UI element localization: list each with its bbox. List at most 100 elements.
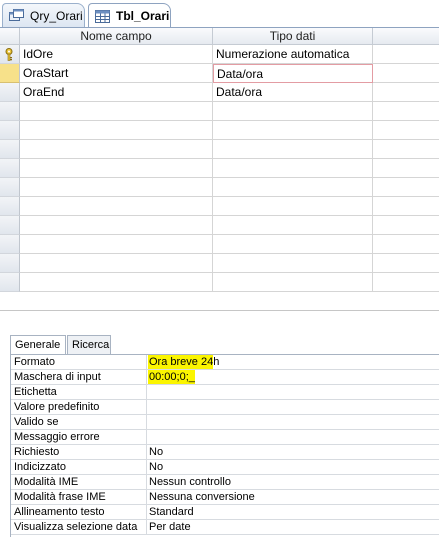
data-type-cell[interactable] (213, 102, 373, 121)
row-selector[interactable] (0, 45, 20, 64)
property-value[interactable]: 00:00;0;_ (148, 370, 195, 384)
row-selector[interactable] (0, 178, 20, 197)
empty-table-row[interactable] (0, 235, 439, 254)
column-header-data-type[interactable]: Tipo dati (213, 28, 373, 45)
property-row-maschera-di-input[interactable]: Maschera di input 00:00;0;_ (11, 370, 439, 385)
data-type-cell[interactable] (213, 273, 373, 292)
row-selector-header[interactable] (0, 28, 20, 45)
field-name-cell[interactable] (20, 273, 213, 292)
data-type-cell[interactable] (213, 159, 373, 178)
description-cell[interactable] (373, 159, 439, 178)
property-value[interactable]: Standard (148, 505, 194, 519)
property-value[interactable] (148, 415, 149, 429)
empty-table-row[interactable] (0, 140, 439, 159)
field-name-cell[interactable] (20, 178, 213, 197)
description-cell[interactable] (373, 45, 439, 64)
property-divider (146, 415, 147, 429)
row-selector[interactable] (0, 83, 20, 102)
tab-tbl-orari[interactable]: Tbl_Orari (88, 3, 171, 28)
row-selector-current[interactable] (0, 64, 20, 83)
property-row-formato[interactable]: Formato Ora breve 24h (11, 355, 439, 370)
row-selector[interactable] (0, 273, 20, 292)
field-name-cell[interactable] (20, 140, 213, 159)
property-row-visualizza-selezione-data[interactable]: Visualizza selezione data Per date (11, 520, 439, 535)
column-header-field-name[interactable]: Nome campo (20, 28, 213, 45)
property-value[interactable]: No (148, 460, 163, 474)
property-row-indicizzato[interactable]: Indicizzato No (11, 460, 439, 475)
data-type-cell[interactable] (213, 197, 373, 216)
property-row-valido-se[interactable]: Valido se (11, 415, 439, 430)
field-name-cell[interactable] (20, 102, 213, 121)
data-type-cell[interactable] (213, 140, 373, 159)
table-row[interactable]: IdOre Numerazione automatica (0, 45, 439, 64)
property-value[interactable]: No (148, 445, 163, 459)
property-value[interactable]: Ora breve 24h (148, 355, 219, 369)
data-type-cell[interactable]: Numerazione automatica (213, 45, 373, 64)
description-cell[interactable] (373, 102, 439, 121)
property-row-richiesto[interactable]: Richiesto No (11, 445, 439, 460)
data-type-cell[interactable] (213, 216, 373, 235)
row-selector[interactable] (0, 254, 20, 273)
property-row-valore-predefinito[interactable]: Valore predefinito (11, 400, 439, 415)
field-name-cell[interactable] (20, 197, 213, 216)
empty-table-row[interactable] (0, 121, 439, 140)
property-row-modalita-ime[interactable]: Modalità IME Nessun controllo (11, 475, 439, 490)
description-cell[interactable] (373, 178, 439, 197)
tab-ricerca[interactable]: Ricerca (67, 335, 111, 355)
column-header-description[interactable] (373, 28, 439, 45)
empty-table-row[interactable] (0, 102, 439, 121)
description-cell[interactable] (373, 216, 439, 235)
data-type-cell[interactable] (213, 121, 373, 140)
property-value[interactable] (148, 400, 149, 414)
property-name: Messaggio errore (14, 431, 100, 443)
tab-generale[interactable]: Generale (10, 335, 66, 356)
property-row-allineamento-testo[interactable]: Allineamento testo Standard (11, 505, 439, 520)
row-selector[interactable] (0, 159, 20, 178)
empty-table-row[interactable] (0, 197, 439, 216)
property-row-modalita-frase-ime[interactable]: Modalità frase IME Nessuna conversione (11, 490, 439, 505)
data-type-cell-active[interactable]: Data/ora (213, 64, 373, 83)
data-type-cell[interactable] (213, 235, 373, 254)
description-cell[interactable] (373, 254, 439, 273)
property-row-etichetta[interactable]: Etichetta (11, 385, 439, 400)
field-name-cell[interactable] (20, 235, 213, 254)
row-selector[interactable] (0, 197, 20, 216)
data-type-cell[interactable] (213, 178, 373, 197)
table-row[interactable]: OraStart Data/ora (0, 64, 439, 83)
property-value[interactable]: Nessuna conversione (148, 490, 255, 504)
empty-table-row[interactable] (0, 178, 439, 197)
description-cell[interactable] (373, 197, 439, 216)
description-cell[interactable] (373, 121, 439, 140)
description-cell[interactable] (373, 64, 439, 83)
empty-table-row[interactable] (0, 216, 439, 235)
property-value[interactable]: Nessun controllo (148, 475, 231, 489)
field-name-cell[interactable]: OraEnd (20, 83, 213, 102)
data-type-cell[interactable] (213, 254, 373, 273)
field-name-cell[interactable] (20, 121, 213, 140)
row-selector[interactable] (0, 140, 20, 159)
row-selector[interactable] (0, 102, 20, 121)
field-name-cell[interactable] (20, 254, 213, 273)
field-properties-sheet: Formato Ora breve 24h Maschera di input … (10, 354, 439, 537)
property-value[interactable] (148, 430, 149, 444)
tab-qry-orari[interactable]: Qry_Orari (2, 3, 85, 27)
description-cell[interactable] (373, 83, 439, 102)
property-row-messaggio-errore[interactable]: Messaggio errore (11, 430, 439, 445)
description-cell[interactable] (373, 235, 439, 254)
field-name-cell[interactable]: OraStart (20, 64, 213, 83)
row-selector[interactable] (0, 216, 20, 235)
empty-table-row[interactable] (0, 159, 439, 178)
data-type-cell[interactable]: Data/ora (213, 83, 373, 102)
empty-table-row[interactable] (0, 254, 439, 273)
field-name-cell[interactable] (20, 216, 213, 235)
row-selector[interactable] (0, 121, 20, 140)
description-cell[interactable] (373, 273, 439, 292)
field-name-cell[interactable] (20, 159, 213, 178)
field-name-cell[interactable]: IdOre (20, 45, 213, 64)
property-value[interactable]: Per date (148, 520, 191, 534)
property-value[interactable] (148, 385, 149, 399)
table-row[interactable]: OraEnd Data/ora (0, 83, 439, 102)
description-cell[interactable] (373, 140, 439, 159)
empty-table-row[interactable] (0, 273, 439, 292)
row-selector[interactable] (0, 235, 20, 254)
